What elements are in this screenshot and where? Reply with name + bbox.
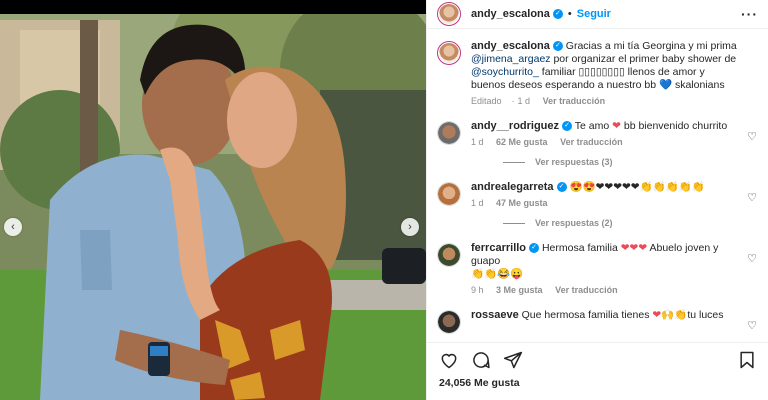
view-replies-label: Ver respuestas (3) <box>535 157 613 167</box>
comment-body-end: bb bienvenido churrito <box>620 120 728 132</box>
verified-badge-icon: ✓ <box>552 9 563 19</box>
verified-badge-icon: ✓ <box>562 121 573 132</box>
comment-emoji: ❤🙌👏 <box>652 309 688 321</box>
comment-emoji: ❤❤❤ <box>620 242 648 254</box>
caption-prefix: Gracias a mi tía Georgina y mi prima <box>565 40 737 52</box>
comment-age[interactable]: 1 d <box>471 198 484 208</box>
comment-like-heart-icon[interactable]: ♡ <box>747 252 757 265</box>
comment-avatar[interactable] <box>437 121 461 145</box>
view-replies-button[interactable]: Ver respuestas (3) <box>503 157 759 167</box>
replies-line <box>503 161 525 163</box>
next-photo-button[interactable]: › <box>401 218 419 236</box>
comment-item: andrealegarreta ✓ 😍😍❤❤❤❤❤👏👏👏👏👏 1 d 47 Me … <box>437 181 759 208</box>
comment-body: Hermosa familia <box>541 242 621 254</box>
author-username[interactable]: andy_escalona <box>471 8 550 20</box>
comment-item: ferrcarrillo ✓ Hermosa familia ❤❤❤ Abuelo… <box>437 242 759 295</box>
follow-button[interactable]: Seguir <box>577 8 611 20</box>
verified-badge-icon: ✓ <box>529 243 540 254</box>
comment-translate-link[interactable]: Ver traducción <box>560 137 623 147</box>
comment-meta: 1 d 47 Me gusta <box>471 198 741 208</box>
comment-emoji: ❤ <box>612 120 621 132</box>
caption-mention-soychurrito[interactable]: @soychurrito_ <box>471 66 539 78</box>
caption-separator: · <box>511 96 515 106</box>
post-side-panel: andy_escalona ✓ • Seguir ··· andy_escalo… <box>426 0 768 400</box>
post-caption: andy_escalona ✓ Gracias a mi tía Georgina… <box>437 40 759 106</box>
previous-photo-button[interactable]: ‹ <box>4 218 22 236</box>
comment-age[interactable]: 1 d <box>471 137 484 147</box>
comment-emoji: 😍😍❤❤❤❤❤👏👏👏👏👏 <box>569 181 705 193</box>
comment-body: Te amo <box>574 120 613 132</box>
caption-edited: Editado <box>471 96 502 106</box>
comment-username[interactable]: andrealegarreta <box>471 181 554 193</box>
separator-dot: • <box>567 8 572 20</box>
comment-avatar[interactable] <box>437 310 461 334</box>
caption-middle: por organizar el primer baby shower de <box>550 53 737 65</box>
comment-body-end: tu luces <box>687 309 724 321</box>
caption-age[interactable]: 1 d <box>518 96 531 106</box>
comment-likes[interactable]: 62 Me gusta <box>496 137 548 147</box>
verified-badge-icon: ✓ <box>556 182 567 193</box>
caption-text: andy_escalona ✓ Gracias a mi tía Georgina… <box>471 40 741 92</box>
comment-text: andrealegarreta ✓ 😍😍❤❤❤❤❤👏👏👏👏👏 <box>471 181 741 194</box>
more-options-icon[interactable]: ··· <box>741 6 758 22</box>
comment-text: ferrcarrillo ✓ Hermosa familia ❤❤❤ Abuelo… <box>471 242 741 281</box>
post-header: andy_escalona ✓ • Seguir ··· <box>427 0 768 29</box>
post-footer: 24,056 Me gusta <box>427 342 768 400</box>
comment-translate-link[interactable]: Ver traducción <box>555 285 618 295</box>
replies-line <box>503 222 525 224</box>
comment-item: andy__rodriguez ✓ Te amo ❤ bb bienvenido … <box>437 120 759 147</box>
comment-like-heart-icon[interactable]: ♡ <box>747 191 757 204</box>
comment-text: andy__rodriguez ✓ Te amo ❤ bb bienvenido … <box>471 120 741 133</box>
post-likes-count[interactable]: 24,056 Me gusta <box>439 377 757 389</box>
verified-badge-icon: ✓ <box>552 41 563 52</box>
author-avatar[interactable] <box>437 2 461 26</box>
top-black-bar <box>0 0 426 14</box>
comment-emoji-second-line: 👏👏😂😛 <box>471 268 524 280</box>
comment-meta: 9 h 3 Me gusta Ver traducción <box>471 285 741 295</box>
caption-translate-link[interactable]: Ver traducción <box>543 96 606 106</box>
comment-avatar[interactable] <box>437 243 461 267</box>
caption-mention-jimena[interactable]: @jimena_argaez <box>471 53 551 65</box>
comment-likes[interactable]: 47 Me gusta <box>496 198 548 208</box>
comment-avatar[interactable] <box>437 182 461 206</box>
comment-likes[interactable]: 3 Me gusta <box>496 285 543 295</box>
comment-username[interactable]: andy__rodriguez <box>471 120 559 132</box>
caption-meta: Editado · 1 d Ver traducción <box>471 96 741 106</box>
caption-avatar[interactable] <box>437 41 461 65</box>
comment-icon[interactable] <box>471 350 491 370</box>
comment-text: rossaeve Que hermosa familia tienes ❤🙌👏t… <box>471 309 741 322</box>
heart-icon[interactable] <box>439 350 459 370</box>
bookmark-icon[interactable] <box>737 350 757 370</box>
post-photo[interactable]: ‹ › <box>0 0 426 400</box>
comment-body: Que hermosa familia tienes <box>521 309 653 321</box>
caption-username[interactable]: andy_escalona <box>471 40 550 52</box>
action-bar <box>439 343 757 377</box>
view-replies-label: Ver respuestas (2) <box>535 218 613 228</box>
comment-meta: 1 d 62 Me gusta Ver traducción <box>471 137 741 147</box>
comment-item: rossaeve Que hermosa familia tienes ❤🙌👏t… <box>437 309 759 334</box>
share-icon[interactable] <box>503 350 523 370</box>
comment-age[interactable]: 9 h <box>471 285 484 295</box>
comment-like-heart-icon[interactable]: ♡ <box>747 130 757 143</box>
comment-like-heart-icon[interactable]: ♡ <box>747 319 757 332</box>
comment-username[interactable]: rossaeve <box>471 309 519 321</box>
comment-username[interactable]: ferrcarrillo <box>471 242 526 254</box>
photo-scene <box>0 0 426 400</box>
comments-list[interactable]: andy_escalona ✓ Gracias a mi tía Georgina… <box>427 40 768 340</box>
view-replies-button[interactable]: Ver respuestas (2) <box>503 218 759 228</box>
